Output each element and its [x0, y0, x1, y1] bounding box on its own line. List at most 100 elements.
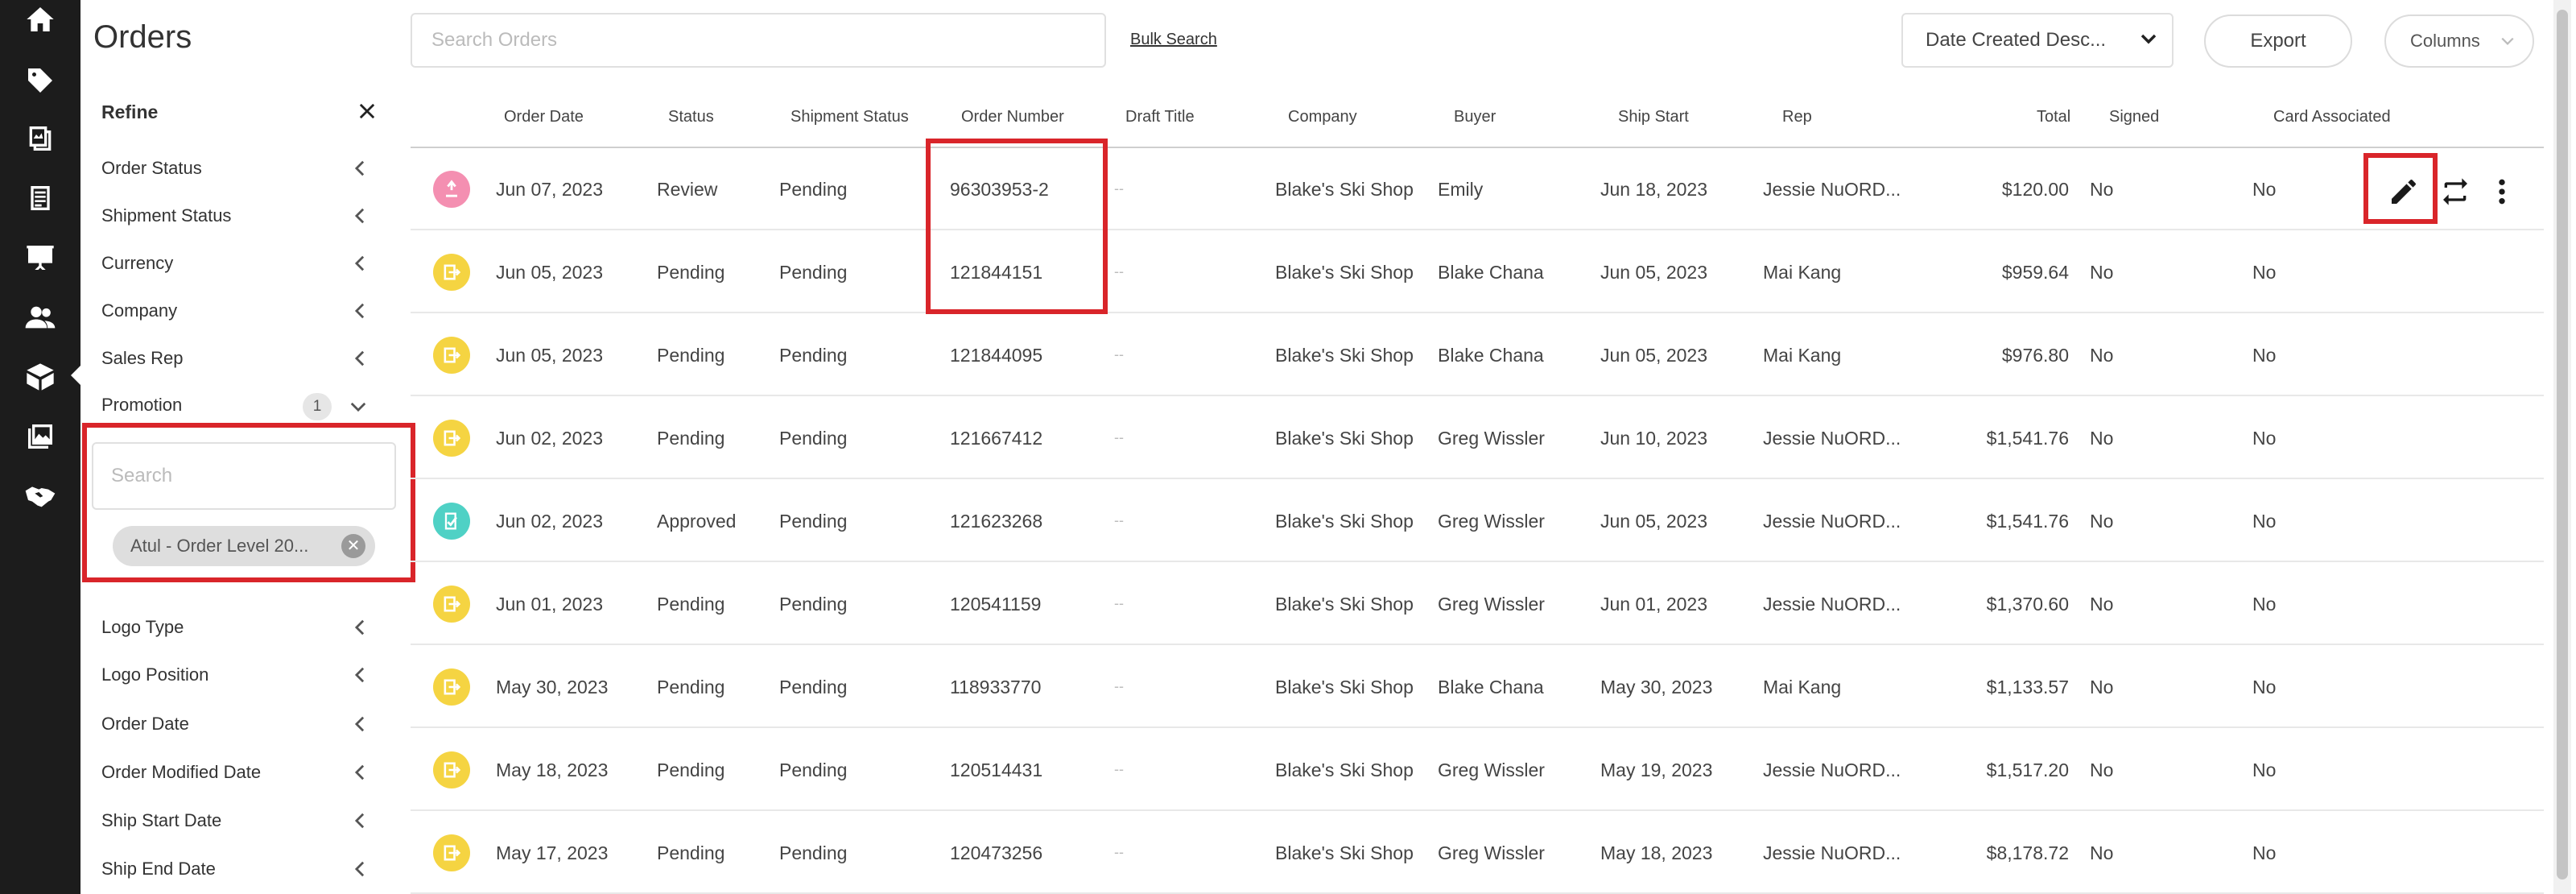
scrollbar-thumb[interactable]	[2557, 10, 2568, 880]
status-cell: Pending	[657, 759, 725, 780]
company-cell: Blake's Ski Shop	[1275, 179, 1414, 200]
table-row[interactable]: Jun 02, 2023 Approved Pending 121623268 -- Bl…	[411, 480, 2544, 562]
buyer-cell: Blake Chana	[1438, 345, 1544, 366]
export-button[interactable]: Export	[2204, 14, 2352, 68]
filter-ship-end-date[interactable]: Ship End Date	[101, 859, 367, 891]
columns-label: Columns	[2410, 31, 2480, 51]
remove-chip-icon[interactable]: ✕	[341, 534, 365, 558]
chevron-left-icon	[354, 667, 365, 683]
order-number-cell[interactable]: 121667412	[950, 428, 1042, 449]
users-icon[interactable]	[21, 298, 60, 337]
rep-cell: Jessie NuORD...	[1763, 842, 1901, 863]
order-number-cell[interactable]: 120514431	[950, 759, 1042, 781]
company-cell: Blake's Ski Shop	[1275, 594, 1414, 615]
draft-title-cell: --	[1114, 429, 1124, 445]
total-cell: $1,541.76	[1986, 511, 2069, 532]
sort-select[interactable]: Date Created Desc...	[1901, 13, 2174, 68]
buyer-cell: Greg Wissler	[1438, 759, 1545, 780]
filter-label: Shipment Status	[101, 205, 232, 226]
column-header[interactable]: Signed	[2109, 108, 2159, 126]
column-header[interactable]: Total	[2037, 108, 2070, 126]
filter-order-modified-date[interactable]: Order Modified Date	[101, 762, 367, 794]
close-icon[interactable]	[356, 100, 378, 122]
filter-logo-type[interactable]: Logo Type	[101, 617, 367, 649]
promotion-search-input[interactable]	[92, 442, 396, 510]
catalog-icon[interactable]	[21, 119, 60, 158]
order-number-cell[interactable]: 121844151	[950, 262, 1042, 284]
filter-order-date[interactable]: Order Date	[101, 714, 367, 746]
filter-currency[interactable]: Currency	[101, 253, 367, 285]
filter-order-status[interactable]: Order Status	[101, 158, 367, 190]
column-header[interactable]: Order Number	[961, 108, 1064, 126]
ship-start-cell: May 18, 2023	[1600, 842, 1713, 863]
column-header[interactable]: Order Date	[504, 108, 584, 126]
company-cell: Blake's Ski Shop	[1275, 759, 1414, 780]
table-row[interactable]: Jun 05, 2023 Pending Pending 121844151 -- Bla…	[411, 231, 2544, 313]
status-cell: Pending	[657, 594, 725, 615]
table-row[interactable]: Jun 01, 2023 Pending Pending 120541159 -- Bla…	[411, 563, 2544, 645]
list-icon[interactable]	[21, 179, 60, 217]
column-header[interactable]: Shipment Status	[791, 108, 909, 126]
total-cell: $120.00	[2001, 179, 2069, 200]
order-number-cell[interactable]: 96303953-2	[950, 179, 1049, 201]
chevron-left-icon	[354, 303, 365, 319]
order-date-cell: Jun 02, 2023	[496, 428, 604, 449]
card-associated-cell: No	[2252, 262, 2277, 283]
table-row[interactable]: May 30, 2023 Pending Pending 118933770 -- Bla…	[411, 646, 2544, 728]
draft-title-cell: --	[1114, 346, 1124, 362]
order-number-cell[interactable]: 121623268	[950, 511, 1042, 532]
order-number-cell[interactable]: 120541159	[950, 594, 1041, 615]
filter-company[interactable]: Company	[101, 300, 367, 333]
column-header[interactable]: Buyer	[1454, 108, 1496, 126]
card-associated-cell: No	[2252, 511, 2277, 532]
bulk-search-link[interactable]: Bulk Search	[1130, 31, 1217, 49]
company-cell: Blake's Ski Shop	[1275, 511, 1414, 532]
presentation-icon[interactable]	[21, 238, 60, 277]
order-date-cell: Jun 05, 2023	[496, 262, 604, 283]
gallery-icon[interactable]	[21, 417, 60, 456]
column-header[interactable]: Ship Start	[1618, 108, 1689, 126]
shipment-status-cell: Pending	[779, 842, 848, 863]
order-number-cell[interactable]: 120473256	[950, 842, 1042, 864]
columns-button[interactable]: Columns	[2384, 14, 2534, 68]
buyer-cell: Greg Wissler	[1438, 594, 1545, 615]
table-row[interactable]: Jun 05, 2023 Pending Pending 121844095 -- Bla…	[411, 314, 2544, 396]
company-cell: Blake's Ski Shop	[1275, 262, 1414, 283]
buyer-cell: Blake Chana	[1438, 262, 1544, 283]
order-number-cell[interactable]: 121844095	[950, 345, 1042, 366]
rep-cell: Jessie NuORD...	[1763, 511, 1901, 532]
filter-shipment-status[interactable]: Shipment Status	[101, 205, 367, 238]
edit-icon[interactable]	[2384, 172, 2423, 211]
column-header[interactable]: Draft Title	[1125, 108, 1195, 126]
more-icon[interactable]	[2483, 172, 2521, 211]
tag-icon[interactable]	[21, 61, 60, 100]
review-status-icon	[433, 171, 470, 208]
column-header[interactable]: Status	[668, 108, 714, 126]
filter-logo-position[interactable]: Logo Position	[101, 664, 367, 697]
table-row[interactable]: Jun 07, 2023 Review Pending 96303953-2 -- Bla…	[411, 148, 2544, 230]
buyer-cell: Blake Chana	[1438, 677, 1544, 697]
filter-sales-rep[interactable]: Sales Rep	[101, 348, 367, 380]
company-cell: Blake's Ski Shop	[1275, 428, 1414, 449]
company-cell: Blake's Ski Shop	[1275, 842, 1414, 863]
table-row[interactable]: May 18, 2023 Pending Pending 120514431 -- Bla…	[411, 729, 2544, 811]
order-date-cell: Jun 02, 2023	[496, 511, 604, 532]
refine-header: Refine	[101, 101, 378, 126]
shipment-status-cell: Pending	[779, 759, 848, 780]
filter-promotion[interactable]: Promotion 1	[101, 393, 367, 427]
column-header[interactable]: Company	[1288, 108, 1357, 126]
column-header[interactable]: Card Associated	[2273, 108, 2391, 126]
filter-ship-start-date[interactable]: Ship Start Date	[101, 810, 367, 842]
table-row[interactable]: May 17, 2023 Pending Pending 120473256 -- Bla…	[411, 812, 2544, 894]
column-header[interactable]: Rep	[1782, 108, 1812, 126]
rep-cell: Jessie NuORD...	[1763, 428, 1901, 449]
approved-status-icon	[433, 503, 470, 540]
search-orders-input[interactable]	[411, 13, 1106, 68]
draft-title-cell: --	[1114, 512, 1124, 528]
handshake-icon[interactable]	[21, 477, 60, 515]
box-icon[interactable]	[21, 358, 60, 396]
sync-icon[interactable]	[2436, 172, 2475, 211]
home-icon[interactable]	[21, 0, 60, 39]
table-row[interactable]: Jun 02, 2023 Pending Pending 121667412 -- Bla…	[411, 397, 2544, 479]
order-number-cell[interactable]: 118933770	[950, 677, 1041, 698]
